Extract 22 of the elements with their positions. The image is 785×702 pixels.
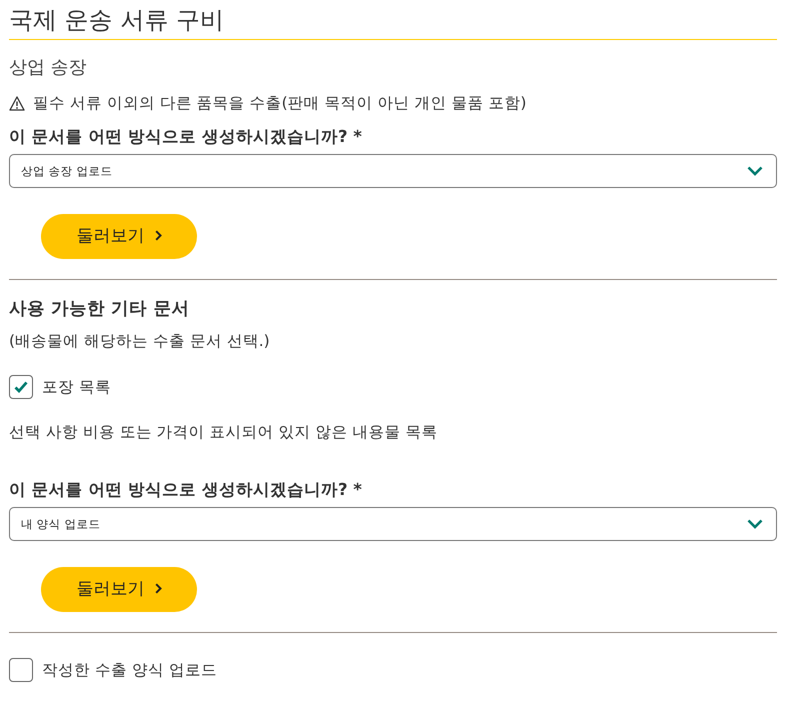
checkmark-icon [14, 381, 28, 393]
checkbox[interactable] [9, 658, 33, 682]
browse-button[interactable]: 둘러보기 [41, 214, 197, 259]
section-heading: 상업 송장 [9, 56, 88, 80]
question-label: 이 문서를 어떤 방식으로 생성하시겠습니까? * [9, 479, 363, 501]
checkbox-label: 작성한 수출 양식 업로드 [42, 660, 217, 681]
notice-text: 필수 서류 이외의 다른 품목을 수출(판매 목적이 아닌 개인 물품 포함) [33, 93, 526, 114]
question-label: 이 문서를 어떤 방식으로 생성하시겠습니까? * [9, 126, 363, 148]
chevron-right-icon [154, 583, 162, 594]
browse-button[interactable]: 둘러보기 [41, 567, 197, 612]
section-heading: 사용 가능한 기타 문서 [9, 298, 190, 321]
chevron-right-icon [154, 230, 162, 241]
checkbox[interactable] [9, 375, 33, 399]
warning-icon [9, 96, 25, 110]
page-title: 국제 운송 서류 구비 [9, 0, 777, 40]
method-select[interactable]: 상업 송장 업로드 [9, 154, 777, 188]
hint-text: (배송물에 해당하는 수출 문서 선택.) [9, 331, 271, 352]
chevron-down-icon [747, 166, 763, 176]
chevron-down-icon [747, 519, 763, 529]
checkbox-label: 포장 목록 [42, 377, 111, 398]
document-description: 선택 사항 비용 또는 가격이 표시되어 있지 않은 내용물 목록 [9, 422, 438, 443]
method-select[interactable]: 내 양식 업로드 [9, 507, 777, 541]
